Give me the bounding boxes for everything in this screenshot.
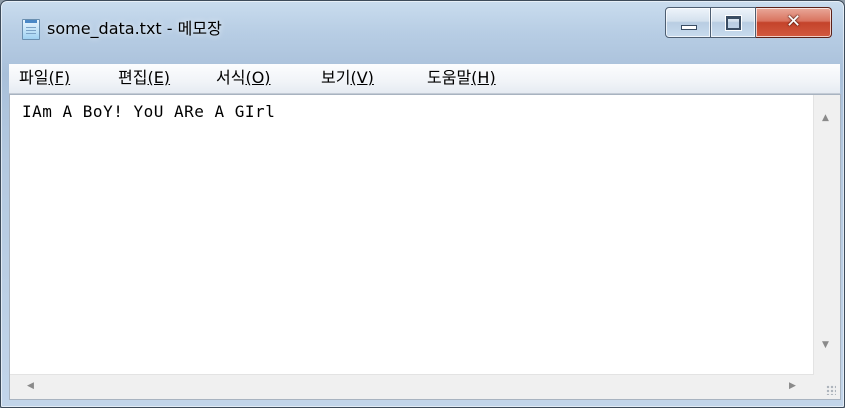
menu-view-label: 보기: [321, 68, 351, 87]
maximize-icon: [726, 16, 741, 30]
menu-format[interactable]: 서식(O): [214, 67, 273, 89]
vertical-scrollbar[interactable]: ▲ ▼: [813, 95, 840, 375]
menu-edit-label: 편집: [118, 68, 148, 87]
caption-buttons: ✕: [665, 7, 832, 38]
resize-grip-icon[interactable]: [826, 385, 836, 395]
menu-help-mnemonic: (H): [471, 68, 496, 87]
menu-format-label: 서식: [216, 68, 246, 87]
menu-view[interactable]: 보기(V): [319, 67, 376, 89]
menu-format-mnemonic: (O): [245, 68, 271, 87]
close-icon: ✕: [785, 11, 802, 32]
maximize-button[interactable]: [711, 7, 756, 38]
notepad-window: some_data.txt - 메모장 ✕ 파일(F) 편집(E) 서식(O) …: [0, 0, 845, 408]
text-editor[interactable]: IAm A BoY! YoU ARe A GIrl ▲ ▼ ◀ ▶: [9, 94, 841, 400]
menu-file-mnemonic: (F): [48, 68, 71, 87]
scroll-down-arrow-icon[interactable]: ▼: [822, 340, 829, 350]
scroll-up-arrow-icon[interactable]: ▲: [822, 113, 829, 123]
menu-help[interactable]: 도움말(H): [425, 67, 498, 89]
scroll-left-arrow-icon[interactable]: ◀: [27, 381, 34, 391]
horizontal-scrollbar[interactable]: ◀ ▶: [10, 374, 814, 399]
minimize-button[interactable]: [665, 7, 711, 38]
menu-file[interactable]: 파일(F): [17, 67, 72, 89]
menu-edit-mnemonic: (E): [147, 68, 171, 87]
scrollbar-corner: [814, 375, 840, 399]
notepad-icon[interactable]: [22, 19, 40, 40]
scroll-right-arrow-icon[interactable]: ▶: [789, 381, 796, 391]
menu-bar: 파일(F) 편집(E) 서식(O) 보기(V) 도움말(H): [9, 64, 840, 94]
window-title: some_data.txt - 메모장: [47, 19, 222, 38]
editor-text[interactable]: IAm A BoY! YoU ARe A GIrl: [22, 102, 810, 121]
minimize-icon: [681, 25, 697, 30]
menu-file-label: 파일: [19, 68, 49, 87]
title-bar[interactable]: some_data.txt - 메모장 ✕: [1, 1, 844, 57]
menu-help-label: 도움말: [427, 68, 472, 87]
menu-edit[interactable]: 편집(E): [116, 67, 172, 89]
menu-view-mnemonic: (V): [350, 68, 374, 87]
close-button[interactable]: ✕: [756, 7, 832, 38]
